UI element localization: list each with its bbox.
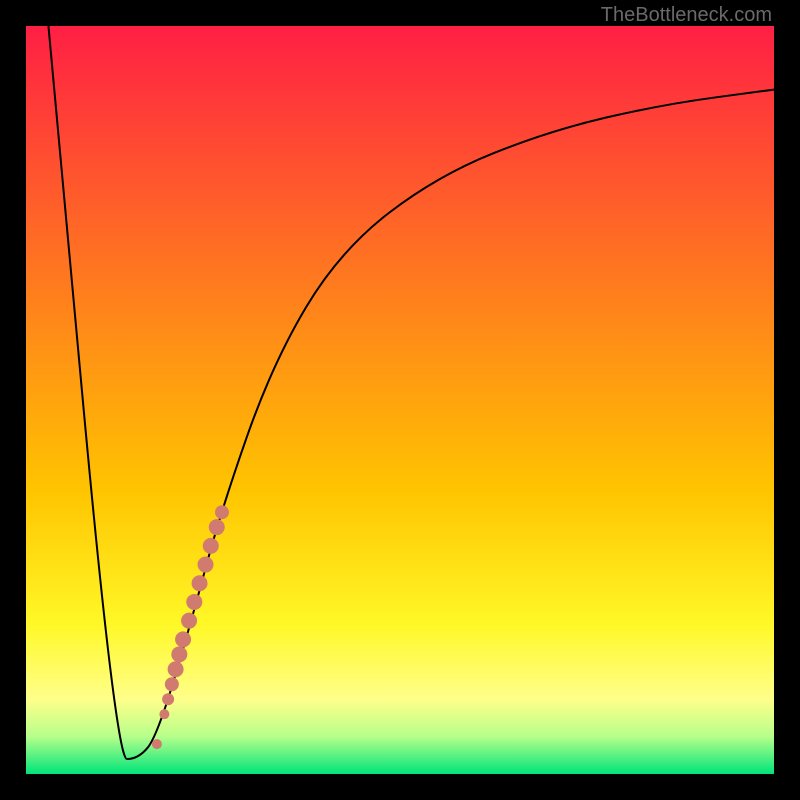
plot-background <box>26 26 774 774</box>
data-point <box>168 661 184 677</box>
data-point <box>165 677 179 691</box>
data-point <box>171 646 187 662</box>
data-point <box>181 613 197 629</box>
data-point <box>198 557 214 573</box>
data-point <box>192 575 208 591</box>
data-point <box>203 538 219 554</box>
bottleneck-chart <box>26 26 774 774</box>
data-point <box>186 594 202 610</box>
data-point <box>209 519 225 535</box>
data-point <box>159 709 169 719</box>
data-point <box>162 693 174 705</box>
data-point <box>152 739 162 749</box>
attribution-label: TheBottleneck.com <box>601 4 772 27</box>
data-point <box>175 631 191 647</box>
data-point <box>215 505 229 519</box>
